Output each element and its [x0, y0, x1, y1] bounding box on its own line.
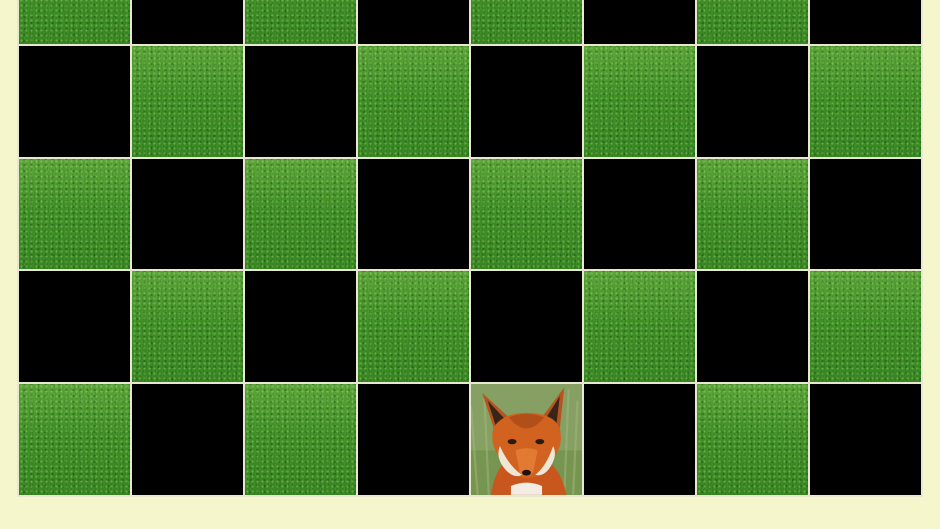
hidden-tile[interactable] [132, 158, 243, 270]
hidden-tile[interactable] [358, 0, 469, 44]
hidden-tile[interactable] [19, 45, 130, 157]
hidden-tile[interactable] [132, 384, 243, 495]
hidden-tile[interactable] [584, 0, 695, 44]
hidden-tile[interactable] [471, 271, 582, 383]
grass-tile[interactable] [19, 158, 130, 270]
hidden-tile[interactable] [810, 0, 921, 44]
grass-tile[interactable] [584, 45, 695, 157]
hidden-tile[interactable] [810, 158, 921, 270]
grass-tile[interactable] [697, 158, 808, 270]
grass-tile[interactable] [810, 271, 921, 383]
hidden-tile[interactable] [132, 0, 243, 44]
hidden-tile[interactable] [697, 45, 808, 157]
grass-tile[interactable] [810, 45, 921, 157]
game-board [17, 0, 923, 497]
grass-tile[interactable] [697, 0, 808, 44]
hidden-tile[interactable] [471, 45, 582, 157]
grass-tile[interactable] [697, 384, 808, 495]
fox-tile[interactable] [471, 384, 582, 495]
grass-tile[interactable] [358, 271, 469, 383]
hidden-tile[interactable] [245, 45, 356, 157]
grass-tile[interactable] [245, 384, 356, 495]
grass-tile[interactable] [19, 0, 130, 44]
grass-tile[interactable] [132, 45, 243, 157]
grass-tile[interactable] [471, 158, 582, 270]
hidden-tile[interactable] [19, 271, 130, 383]
hidden-tile[interactable] [358, 158, 469, 270]
grass-tile[interactable] [471, 0, 582, 44]
grass-tile[interactable] [584, 271, 695, 383]
game-area [0, 0, 940, 529]
grass-tile[interactable] [19, 384, 130, 495]
grass-tile[interactable] [358, 45, 469, 157]
hidden-tile[interactable] [810, 384, 921, 495]
hidden-tile[interactable] [697, 271, 808, 383]
grass-tile[interactable] [132, 271, 243, 383]
hidden-tile[interactable] [245, 271, 356, 383]
hidden-tile[interactable] [584, 158, 695, 270]
fox-image [471, 384, 582, 495]
grass-tile[interactable] [245, 158, 356, 270]
hidden-tile[interactable] [584, 384, 695, 495]
hidden-tile[interactable] [358, 384, 469, 495]
grass-tile[interactable] [245, 0, 356, 44]
